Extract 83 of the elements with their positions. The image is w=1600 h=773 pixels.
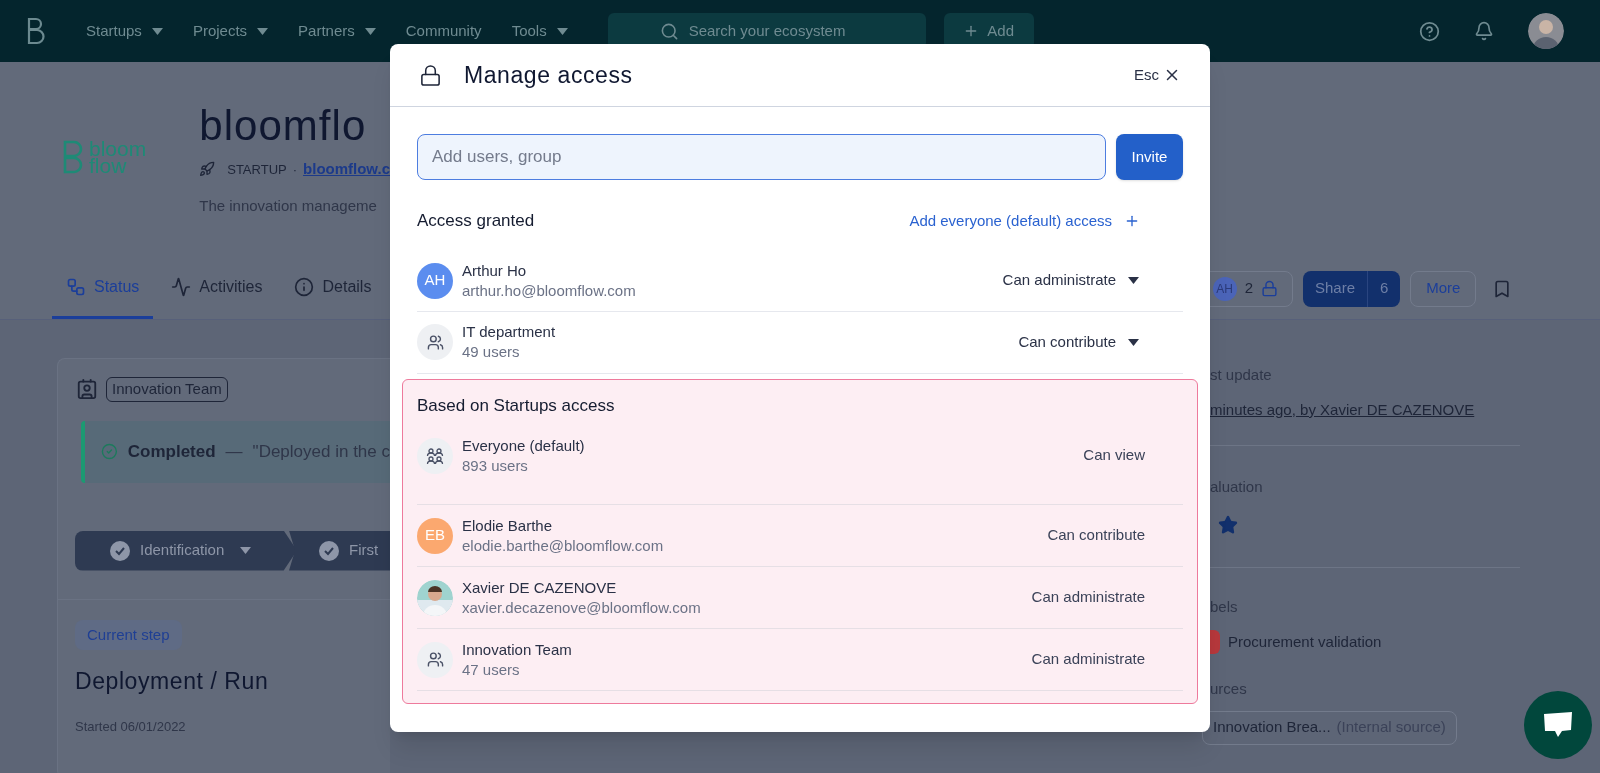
- share-button[interactable]: Share 6: [1303, 270, 1401, 307]
- caret-icon: [151, 27, 163, 35]
- member-detail: 47 users: [462, 659, 521, 680]
- current-step-badge: Current step: [75, 619, 182, 650]
- source-name: Innovation Brea...: [1213, 717, 1331, 738]
- search-placeholder: Search your ecosystem: [688, 20, 846, 41]
- team-tag: Innovation Team: [106, 377, 228, 402]
- logo-text: bloom: [89, 140, 147, 157]
- member-detail: 893 users: [462, 455, 529, 476]
- caret-icon: [364, 27, 376, 35]
- group-icon: [417, 324, 453, 360]
- startup-title: bloomflo: [199, 101, 368, 151]
- nav-menu[interactable]: Partners: [298, 19, 376, 43]
- startup-type: STARTUP: [227, 160, 287, 179]
- avatar: AH: [1212, 276, 1237, 301]
- share-count: 6: [1367, 270, 1401, 307]
- star-icon: [1218, 514, 1238, 535]
- nav-menu[interactable]: Projects: [192, 19, 269, 43]
- info-icon: [294, 277, 315, 297]
- lock-icon: [419, 63, 442, 87]
- tab[interactable]: Activities: [157, 258, 277, 319]
- share-label: Share: [1314, 278, 1357, 299]
- member-detail: xavier.decazenove@bloomflow.com: [462, 597, 702, 618]
- tab[interactable]: Details: [280, 258, 386, 319]
- logo-text: flow: [89, 157, 127, 174]
- add-users-field[interactable]: Add users, group: [417, 134, 1106, 180]
- bell-icon[interactable]: [1474, 21, 1494, 41]
- step-title: Deployment / Run: [75, 667, 270, 696]
- permission-label: Can administrate: [1031, 587, 1145, 608]
- step-chevron[interactable]: First: [289, 530, 390, 571]
- nav-menu[interactable]: Community: [405, 19, 482, 43]
- check-icon: [101, 441, 118, 462]
- step-label: First: [349, 540, 379, 561]
- id-card-icon: [76, 378, 98, 401]
- caret-icon: [1128, 277, 1139, 284]
- member-name: IT department: [462, 322, 557, 342]
- logo-icon: [63, 140, 85, 174]
- modal-title: Manage access: [464, 60, 633, 90]
- member-detail: arthur.ho@bloomflow.com: [462, 280, 637, 301]
- close-button[interactable]: Esc: [1134, 63, 1181, 87]
- member-detail: 49 users: [462, 342, 521, 362]
- separator: ·: [292, 160, 298, 179]
- rocket-icon: [199, 161, 216, 178]
- permission-dropdown[interactable]: Can administrate: [1002, 269, 1139, 292]
- step-chevron[interactable]: Identification: [75, 530, 297, 571]
- activity-icon: [171, 277, 192, 297]
- section-title: Access granted: [417, 210, 535, 232]
- lock-icon: [1261, 280, 1278, 297]
- help-icon[interactable]: [1419, 20, 1440, 42]
- chat-icon: [1542, 711, 1574, 739]
- caret-icon: [240, 547, 252, 554]
- caret-icon: [257, 27, 269, 35]
- invite-button[interactable]: Invite: [1116, 134, 1183, 180]
- search-icon: [659, 21, 679, 41]
- nav-menu[interactable]: Startups: [86, 19, 163, 43]
- logo-icon: [26, 17, 46, 45]
- step-label: Identification: [140, 540, 225, 561]
- caret-icon: [556, 27, 568, 35]
- dash: —: [225, 440, 243, 463]
- section-title: Based on Startups access: [417, 394, 616, 417]
- member-name: Arthur Ho: [462, 260, 528, 281]
- add-everyone-link[interactable]: Add everyone (default) access: [909, 209, 1140, 232]
- label-text: Procurement validation: [1228, 631, 1382, 652]
- member-name: Innovation Team: [462, 639, 573, 660]
- group-icon: [417, 641, 453, 678]
- everyone-icon: [417, 437, 453, 474]
- workflow-icon: [66, 277, 86, 297]
- caret-icon: [1128, 338, 1139, 346]
- last-update-link[interactable]: minutes ago, by Xavier DE CAZENOVE: [1210, 398, 1520, 421]
- nav-menu[interactable]: Tools: [511, 19, 568, 43]
- member-name: Everyone (default): [462, 435, 586, 456]
- status-text: Completed: [127, 440, 216, 463]
- avatar: EB: [417, 517, 453, 554]
- member-name: Elodie Barthe: [462, 515, 554, 536]
- permission-dropdown[interactable]: Can contribute: [1018, 330, 1139, 354]
- member-name: Xavier DE CAZENOVE: [462, 577, 618, 598]
- permission-label: Can view: [1083, 445, 1145, 466]
- permission-label: Can contribute: [1047, 525, 1145, 546]
- access-count: 2: [1244, 278, 1253, 299]
- user-avatar[interactable]: [1528, 13, 1564, 49]
- permission-label: Can administrate: [1031, 649, 1145, 670]
- avatar: AH: [417, 262, 453, 299]
- member-detail: elodie.barthe@bloomflow.com: [462, 535, 665, 556]
